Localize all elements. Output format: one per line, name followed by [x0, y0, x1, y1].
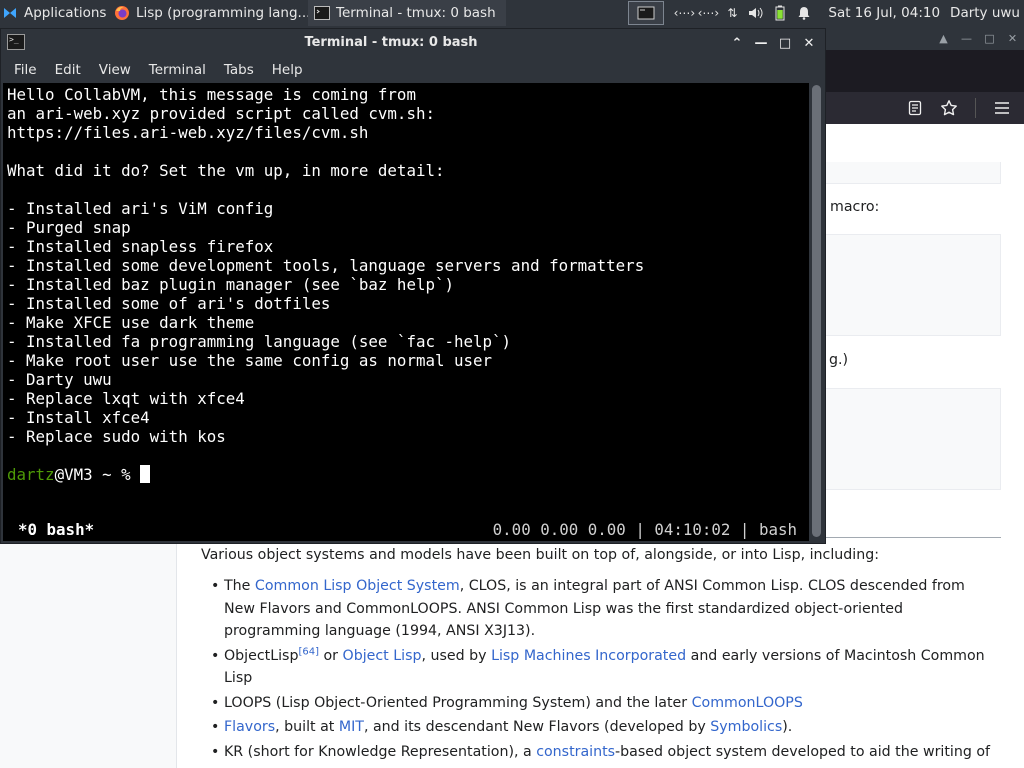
- list-item: Flavors, built at MIT, and its descendan…: [201, 716, 991, 739]
- firefox-icon: [114, 5, 130, 21]
- text-fragment-macro: macro:: [830, 199, 880, 215]
- network-updown-icon[interactable]: ⇅: [720, 0, 744, 26]
- battery-icon[interactable]: [768, 0, 792, 26]
- terminal-window[interactable]: >_ Terminal - tmux: 0 bash ⌃ — □ ✕ File …: [0, 28, 826, 544]
- prompt-user: dartz: [7, 465, 55, 484]
- terminal-line: - Make XFCE use dark theme: [7, 313, 255, 332]
- link-object-lisp[interactable]: Object Lisp: [343, 648, 422, 664]
- network-left-icon[interactable]: ‹⋯›: [672, 0, 696, 26]
- hamburger-menu-icon[interactable]: [990, 96, 1014, 120]
- close-button[interactable]: ✕: [799, 33, 819, 53]
- firefox-nav-icons: [903, 96, 1014, 120]
- list-item: KR (short for Knowledge Representation),…: [201, 741, 991, 764]
- section-intro: Various object systems and models have b…: [201, 547, 879, 563]
- link-lmi[interactable]: Lisp Machines Incorporated: [491, 648, 686, 664]
- terminal-line: - Installed some of ari's dotfiles: [7, 294, 331, 313]
- link-clos[interactable]: Common Lisp Object System: [255, 578, 460, 594]
- object-systems-list: The Common Lisp Object System, CLOS, is …: [201, 575, 991, 765]
- code-box-middle: [815, 234, 1001, 336]
- terminal-line: - Installed some development tools, lang…: [7, 256, 645, 275]
- text-fragment-g: g.): [829, 352, 849, 368]
- scrollbar-thumb[interactable]: [812, 85, 821, 537]
- terminal-titlebar[interactable]: >_ Terminal - tmux: 0 bash ⌃ — □ ✕: [1, 29, 825, 57]
- maximize-button[interactable]: □: [775, 33, 795, 53]
- shell-prompt[interactable]: dartz@VM3 ~ %: [7, 465, 151, 484]
- terminal-line: an ari-web.xyz provided script called cv…: [7, 104, 435, 123]
- firefox-close-button[interactable]: ✕: [1001, 26, 1024, 50]
- network-right-icon[interactable]: ‹⋯›: [696, 0, 720, 26]
- terminal-screen[interactable]: Hello CollabVM, this message is coming f…: [3, 83, 809, 541]
- terminal-line: - Installed ari's ViM config: [7, 199, 274, 218]
- menu-file[interactable]: File: [5, 57, 46, 83]
- terminal-window-controls: ⌃ — □ ✕: [727, 29, 819, 57]
- user-menu[interactable]: Darty uwu: [946, 5, 1024, 21]
- firefox-maximize-button[interactable]: □: [978, 26, 1001, 50]
- link-mit[interactable]: MIT: [339, 719, 364, 735]
- link-commonloops[interactable]: CommonLOOPS: [692, 695, 803, 711]
- menu-terminal[interactable]: Terminal: [140, 57, 215, 83]
- top-panel: Applications Lisp (programming lang... T…: [0, 0, 1024, 26]
- workspace-pager[interactable]: [628, 1, 665, 25]
- terminal-line: - Replace sudo with kos: [7, 427, 226, 446]
- taskbar-terminal-button[interactable]: Terminal - tmux: 0 bash: [308, 0, 506, 26]
- taskbar-firefox-label: Lisp (programming lang...: [136, 5, 308, 21]
- terminal-menubar: File Edit View Terminal Tabs Help: [1, 57, 825, 83]
- panel-tray: ‹⋯› ‹⋯› ⇅ Sat 16 Jul, 04:10 Darty uwu: [628, 0, 1024, 26]
- terminal-line: What did it do? Set the vm up, in more d…: [7, 161, 445, 180]
- firefox-maximize-up-icon[interactable]: ▲: [932, 26, 955, 50]
- roll-up-icon[interactable]: ⌃: [727, 33, 747, 53]
- list-item: The Common Lisp Object System, CLOS, is …: [201, 575, 991, 643]
- menu-help[interactable]: Help: [263, 57, 312, 83]
- text-cursor: [140, 465, 151, 483]
- link-flavors[interactable]: Flavors: [224, 719, 275, 735]
- code-box-lower: [815, 388, 1001, 490]
- tmux-window-list[interactable]: *0 bash*: [18, 520, 94, 539]
- terminal-line: Hello CollabVM, this message is coming f…: [7, 85, 416, 104]
- bookmark-star-icon[interactable]: [937, 96, 961, 120]
- applications-label: Applications: [24, 5, 107, 21]
- terminal-scrollbar[interactable]: [809, 83, 825, 541]
- terminal-line: - Installed fa programming language (see…: [7, 332, 512, 351]
- prompt-host: @VM3 ~ %: [54, 465, 141, 484]
- firefox-minimize-button[interactable]: —: [955, 26, 978, 50]
- list-item: ObjectLisp[64] or Object Lisp, used by L…: [201, 645, 991, 690]
- menu-view[interactable]: View: [90, 57, 140, 83]
- terminal-line: https://files.ari-web.xyz/files/cvm.sh: [7, 123, 369, 142]
- nav-separator: [975, 98, 976, 118]
- clock[interactable]: Sat 16 Jul, 04:10: [816, 5, 946, 21]
- terminal-line: - Installed snapless firefox: [7, 237, 274, 256]
- list-item: LOOPS (Lisp Object-Oriented Programming …: [201, 692, 991, 715]
- menu-tabs[interactable]: Tabs: [215, 57, 263, 83]
- notification-bell-icon[interactable]: [792, 0, 816, 26]
- tmux-status-right: 0.00 0.00 0.00 | 04:10:02 | bash: [492, 520, 797, 539]
- link-constraints[interactable]: constraints: [536, 744, 615, 760]
- menu-edit[interactable]: Edit: [46, 57, 90, 83]
- terminal-icon: [314, 5, 330, 21]
- firefox-window-controls: ▲ — □ ✕: [932, 26, 1024, 50]
- reader-view-icon[interactable]: [903, 96, 927, 120]
- terminal-line: - Install xfce4: [7, 408, 150, 427]
- volume-icon[interactable]: [744, 0, 768, 26]
- terminal-line: - Darty uwu: [7, 370, 112, 389]
- applications-menu-button[interactable]: Applications: [0, 0, 108, 26]
- terminal-line: - Replace lxqt with xfce4: [7, 389, 245, 408]
- citation-link[interactable]: [64]: [298, 646, 319, 657]
- terminal-line: - Purged snap: [7, 218, 131, 237]
- terminal-line: - Installed baz plugin manager (see `baz…: [7, 275, 454, 294]
- terminal-title: Terminal - tmux: 0 bash: [304, 35, 478, 50]
- link-symbolics[interactable]: Symbolics: [710, 719, 782, 735]
- minimize-button[interactable]: —: [751, 33, 771, 53]
- terminal-line: - Make root user use the same config as …: [7, 351, 493, 370]
- taskbar-firefox-button[interactable]: Lisp (programming lang...: [108, 0, 308, 26]
- xfce-mouse-icon: [2, 5, 18, 21]
- taskbar-terminal-label: Terminal - tmux: 0 bash: [336, 5, 496, 21]
